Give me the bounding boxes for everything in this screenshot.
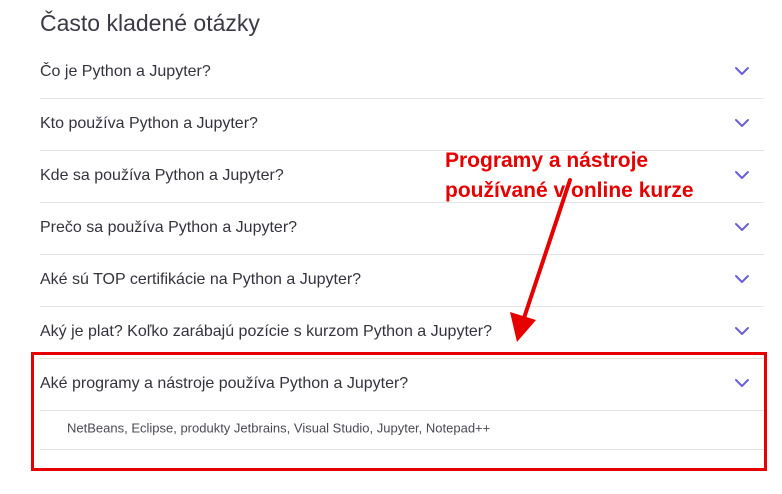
faq-item-who-uses[interactable]: Kto používa Python a Jupyter? bbox=[40, 98, 764, 151]
faq-question: Aký je plat? Koľko zarábajú pozície s ku… bbox=[40, 323, 493, 340]
faq-item-salary[interactable]: Aký je plat? Koľko zarábajú pozície s ku… bbox=[40, 306, 764, 359]
faq-item-certifications[interactable]: Aké sú TOP certifikácie na Python a Jupy… bbox=[40, 254, 764, 307]
faq-question: Aké sú TOP certifikácie na Python a Jupy… bbox=[40, 271, 362, 288]
faq-question: Prečo sa používa Python a Jupyter? bbox=[40, 219, 298, 236]
chevron-down-icon[interactable] bbox=[734, 222, 750, 232]
chevron-down-icon[interactable] bbox=[734, 326, 750, 336]
faq-question: Kde sa používa Python a Jupyter? bbox=[40, 167, 284, 184]
annotation-line-1: Programy a nástroje bbox=[445, 149, 649, 172]
chevron-down-icon[interactable] bbox=[734, 118, 750, 128]
faq-title: Často kladené otázky bbox=[40, 10, 260, 36]
chevron-down-icon[interactable] bbox=[734, 66, 750, 76]
faq-answer-tools: NetBeans, Eclipse, produkty Jetbrains, V… bbox=[40, 407, 764, 450]
annotation-arrow bbox=[510, 178, 572, 342]
faq-item-why-used[interactable]: Prečo sa používa Python a Jupyter? bbox=[40, 202, 764, 255]
faq-question: Kto používa Python a Jupyter? bbox=[40, 115, 258, 132]
chevron-down-icon[interactable] bbox=[734, 274, 750, 284]
chevron-down-icon[interactable] bbox=[734, 170, 750, 180]
faq-item-what-is[interactable]: Čo je Python a Jupyter? bbox=[40, 46, 764, 99]
faq-question: Čo je Python a Jupyter? bbox=[40, 63, 211, 80]
faq-answer-text: NetBeans, Eclipse, produkty Jetbrains, V… bbox=[67, 420, 491, 436]
faq-item-tools[interactable]: Aké programy a nástroje používa Python a… bbox=[40, 358, 764, 411]
faq-question: Aké programy a nástroje používa Python a… bbox=[40, 375, 409, 392]
chevron-down-icon[interactable] bbox=[734, 378, 750, 388]
